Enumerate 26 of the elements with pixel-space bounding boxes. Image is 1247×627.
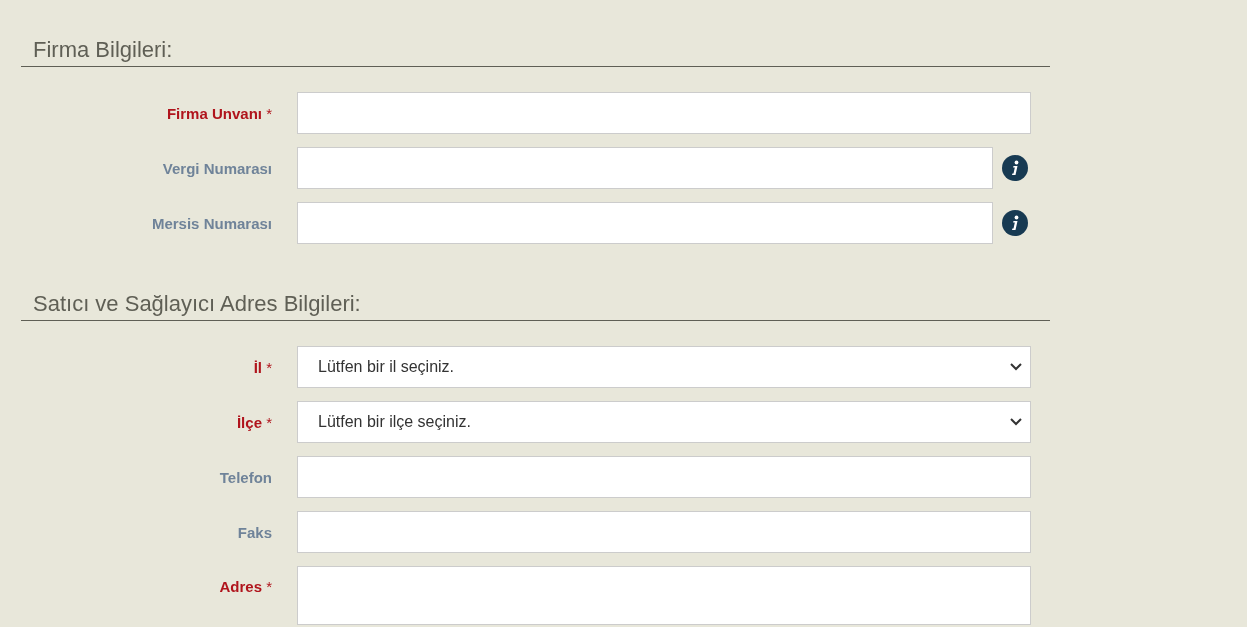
input-field[interactable]: [297, 92, 1031, 134]
required-mark: *: [266, 578, 272, 595]
chevron-down-icon: [1010, 363, 1022, 371]
chevron-down-icon: [1010, 418, 1022, 426]
info-icon[interactable]: [1002, 210, 1028, 236]
section-title: Satıcı ve Sağlayıcı Adres Bilgileri:: [33, 290, 362, 318]
section-title: Firma Bilgileri:: [33, 36, 174, 64]
required-mark: *: [266, 104, 272, 122]
info-icon[interactable]: [1002, 155, 1028, 181]
field-label: Adres: [219, 578, 262, 595]
field-label: İlçe: [236, 413, 262, 431]
field-label: Telefon: [219, 468, 272, 486]
field-label: Firma Unvanı: [166, 104, 262, 122]
textarea-field[interactable]: [297, 566, 1031, 625]
input-field[interactable]: [297, 147, 993, 189]
select-field[interactable]: Lütfen bir ilçe seçiniz.: [297, 401, 1031, 443]
field-label: Vergi Numarası: [162, 159, 272, 177]
input-field[interactable]: [297, 511, 1031, 553]
input-field[interactable]: [297, 456, 1031, 498]
field-label: İl: [253, 358, 262, 376]
field-label: Faks: [237, 523, 272, 541]
field-label: Mersis Numarası: [151, 214, 272, 232]
required-mark: *: [266, 358, 272, 376]
select-field[interactable]: Lütfen bir il seçiniz.: [297, 346, 1031, 388]
input-field[interactable]: [297, 202, 993, 244]
required-mark: *: [266, 413, 272, 431]
